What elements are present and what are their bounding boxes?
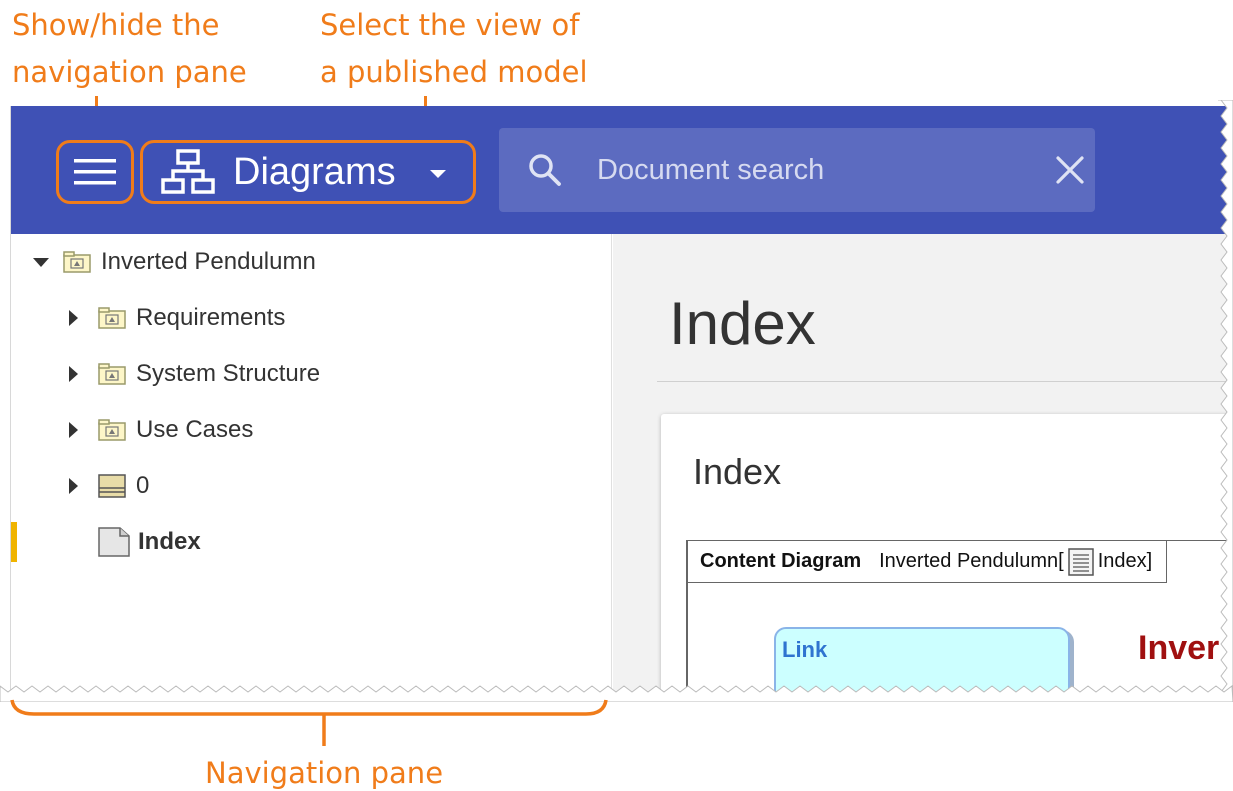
tree-item-index[interactable]: Index xyxy=(98,522,201,562)
annotation-nav-pane: Navigation pane xyxy=(205,756,444,790)
diagram-header-tab: Content Diagram Inverted Pendulumn[ Inde… xyxy=(688,541,1168,583)
caret-down-icon xyxy=(429,170,446,178)
torn-edge-right xyxy=(1218,100,1233,700)
package-folder-icon xyxy=(63,251,91,273)
hamburger-menu-icon xyxy=(74,159,116,185)
view-selector-dropdown[interactable]: Diagrams xyxy=(140,140,476,204)
tree-item-label: Inverted Pendulumn xyxy=(101,248,316,275)
navigation-pane: Inverted Pendulumn Requirements System S… xyxy=(11,234,612,696)
tree-item-label: 0 xyxy=(136,472,150,499)
hierarchy-diagram-icon xyxy=(161,149,215,194)
tree-item-label: Use Cases xyxy=(136,416,254,443)
content-pane: Index Index Content Diagram Inverted Pen… xyxy=(613,234,1228,696)
content-diagram: Content Diagram Inverted Pendulumn[ Inde… xyxy=(686,540,1228,696)
link-label: Link xyxy=(782,637,828,662)
tree-item-label: Index xyxy=(138,528,201,555)
toggle-navigation-button[interactable] xyxy=(56,140,134,204)
app-window: Diagrams Inverted Pendulumn xyxy=(10,106,1228,696)
caret-down-icon[interactable] xyxy=(33,257,49,267)
document-icon xyxy=(98,527,130,557)
package-folder-icon xyxy=(98,307,126,329)
annotation-select-view: Select the view of a published model xyxy=(320,8,588,89)
search-icon xyxy=(529,154,561,186)
torn-edge-right-path xyxy=(1218,100,1233,700)
tree-item-root[interactable]: Inverted Pendulumn xyxy=(33,242,316,282)
annotation-bracket-nav xyxy=(10,699,608,746)
title-divider xyxy=(657,381,1228,382)
tree-item-system-structure[interactable]: System Structure xyxy=(69,354,320,394)
tree-item-use-cases[interactable]: Use Cases xyxy=(69,410,253,450)
document-search-box[interactable] xyxy=(499,128,1095,212)
diagram-index-label: Index] xyxy=(1097,550,1153,572)
package-folder-icon xyxy=(98,363,126,385)
caret-right-icon[interactable] xyxy=(69,366,78,382)
caret-right-icon[interactable] xyxy=(69,310,78,326)
diagram-name: Inverted Pendulumn[ xyxy=(879,550,1064,572)
page-title: Index xyxy=(669,290,816,357)
selected-item-marker xyxy=(11,522,17,562)
annotation-toggle-nav: Show/hide the navigation pane xyxy=(12,8,247,89)
caret-right-icon[interactable] xyxy=(69,422,78,438)
card-title: Index xyxy=(693,451,782,492)
tree-item-label: System Structure xyxy=(136,360,321,387)
diagram-heading: Inver xyxy=(1138,629,1220,667)
caret-right-icon[interactable] xyxy=(69,478,78,494)
document-search-input[interactable] xyxy=(597,153,997,187)
diagram-kind: Content Diagram xyxy=(700,550,862,572)
close-icon[interactable] xyxy=(1055,155,1085,185)
document-list-icon xyxy=(1067,547,1094,576)
tree-item-requirements[interactable]: Requirements xyxy=(69,298,285,338)
model-icon xyxy=(98,474,126,498)
diagram-card: Index Content Diagram Inverted Pendulumn… xyxy=(661,414,1228,696)
package-folder-icon xyxy=(98,419,126,441)
tree-item-label: Requirements xyxy=(136,304,286,331)
view-selector-label: Diagrams xyxy=(233,150,396,193)
top-bar: Diagrams xyxy=(11,106,1228,234)
tree-item-0[interactable]: 0 xyxy=(69,466,149,506)
